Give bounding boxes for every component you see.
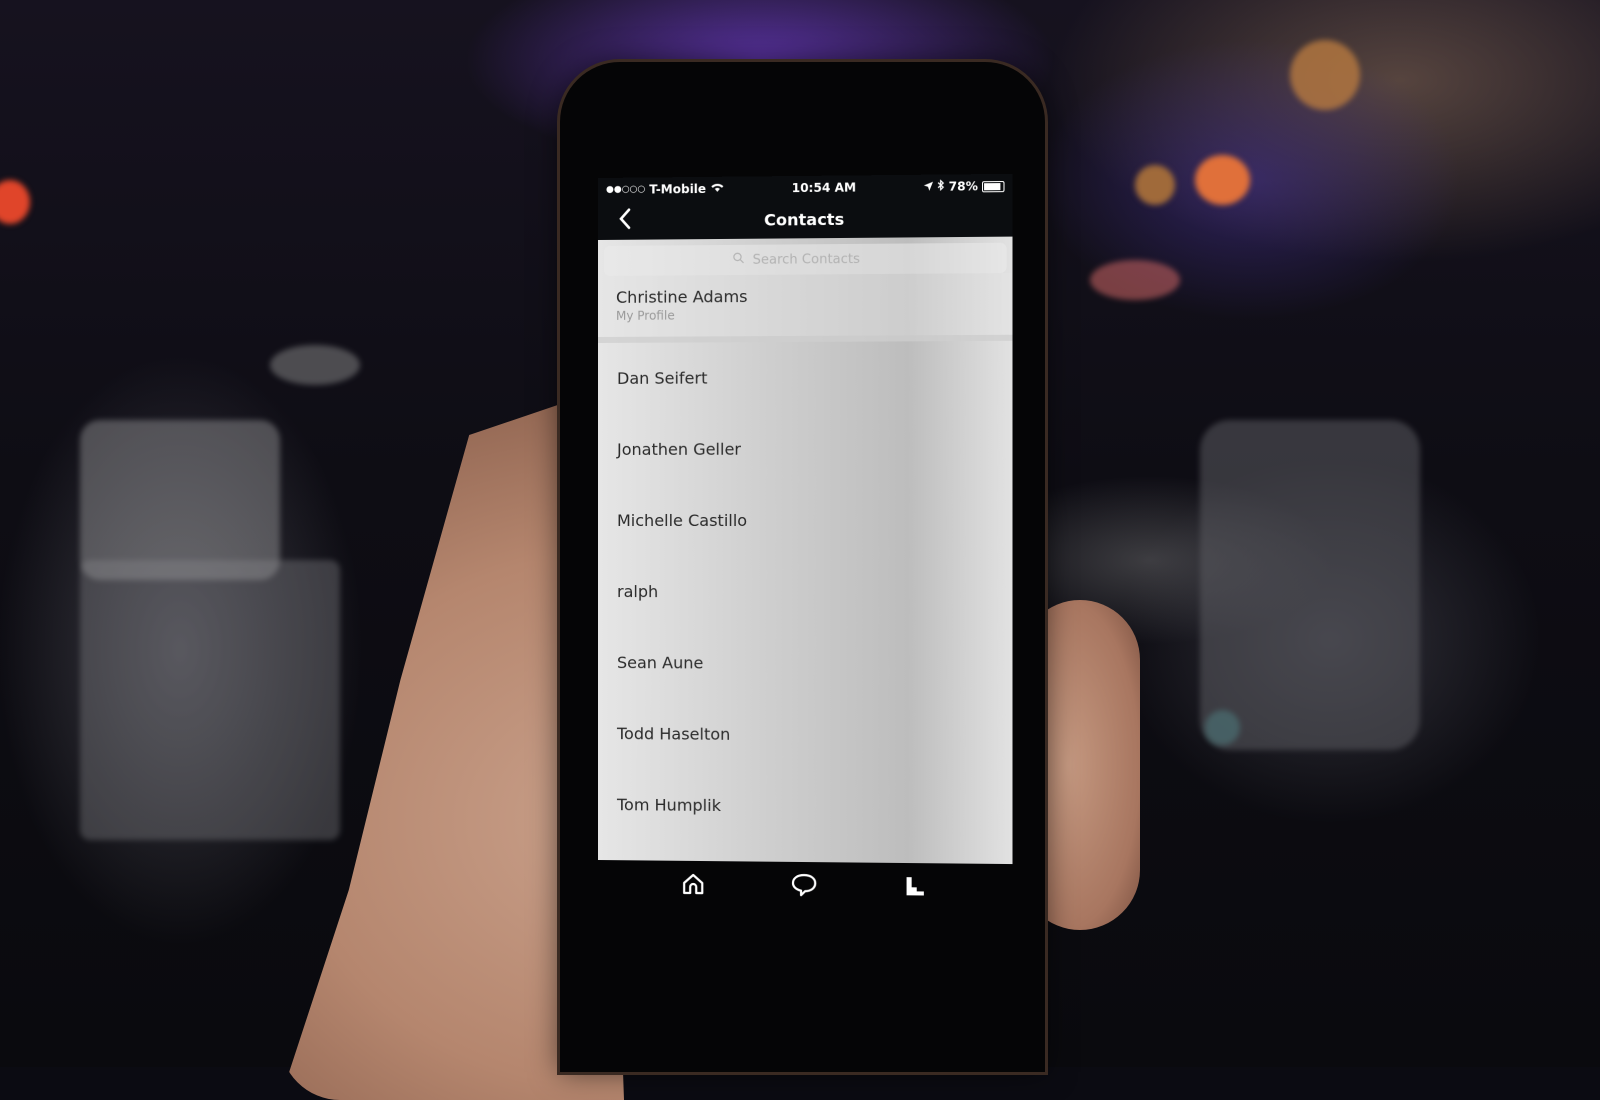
bokeh-light	[1090, 260, 1180, 300]
contact-name: Tom Humplik	[616, 795, 721, 816]
clock: 10:54 AM	[791, 180, 857, 196]
profile-name: Christine Adams	[615, 286, 748, 307]
location-arrow-icon	[924, 180, 934, 194]
back-button[interactable]	[618, 208, 632, 236]
contact-item[interactable]: Michelle Castillo	[598, 485, 1013, 557]
battery-percent: 78%	[948, 179, 978, 194]
bokeh-light	[1290, 40, 1360, 110]
search-input[interactable]	[750, 250, 877, 269]
bokeh-light	[1200, 420, 1420, 750]
bokeh-light	[80, 420, 280, 580]
bokeh-light	[270, 345, 360, 385]
tab-activity[interactable]	[899, 870, 932, 903]
profile-label: My Profile	[615, 308, 675, 323]
search-icon	[732, 252, 744, 268]
contact-name: Dan Seifert	[616, 368, 708, 388]
tab-bar	[598, 860, 1013, 911]
contact-item[interactable]: Dan Seifert	[598, 341, 1013, 414]
contact-name: Sean Aune	[616, 653, 704, 673]
contact-item[interactable]: Jonathen Geller	[598, 413, 1013, 485]
bokeh-light	[1135, 165, 1175, 205]
contact-name: Todd Haselton	[616, 724, 731, 744]
nav-bar: Contacts	[598, 198, 1013, 240]
chat-bubble-icon	[790, 871, 818, 899]
battery-icon	[982, 180, 1005, 192]
phone-screen: ●●○○○ T-Mobile 10:54 AM 78% Contacts Sea…	[598, 173, 1013, 911]
activity-bars-icon	[906, 877, 924, 896]
contact-item[interactable]: Todd Haselton	[598, 698, 1013, 772]
page-title: Contacts	[764, 209, 845, 230]
carrier-label: T-Mobile	[649, 181, 707, 197]
contact-item[interactable]: ralph	[598, 556, 1013, 628]
signal-strength-icon: ●●○○○	[605, 184, 646, 195]
contact-item[interactable]: Tom Humplik	[598, 769, 1013, 844]
tab-home[interactable]	[677, 868, 709, 900]
chevron-left-icon	[618, 208, 630, 229]
bokeh-light	[80, 560, 340, 840]
contact-name: Jonathen Geller	[616, 439, 742, 459]
contact-name: Michelle Castillo	[616, 510, 748, 531]
search-bar[interactable]	[603, 242, 1007, 276]
bluetooth-icon	[937, 180, 944, 194]
bokeh-light	[1195, 155, 1250, 205]
contact-name: ralph	[616, 582, 659, 602]
contacts-list: Christine Adams My Profile Dan Seifert J…	[598, 236, 1013, 865]
home-icon	[680, 871, 706, 897]
wifi-icon	[710, 182, 724, 196]
my-profile-item[interactable]: Christine Adams My Profile	[598, 273, 1013, 343]
bokeh-light	[0, 180, 30, 224]
contact-item[interactable]: Sean Aune	[598, 627, 1013, 700]
tab-conversations[interactable]	[788, 869, 820, 902]
